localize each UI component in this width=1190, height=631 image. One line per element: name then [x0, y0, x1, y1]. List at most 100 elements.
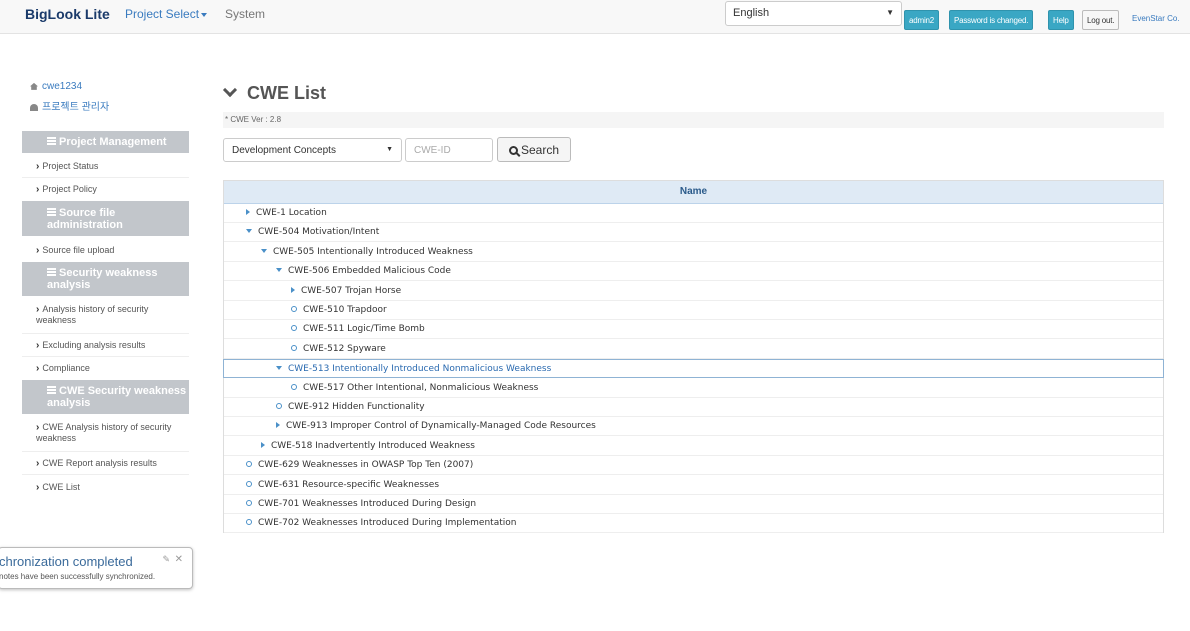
page-title: CWE List: [222, 82, 326, 104]
tree-row[interactable]: CWE-631 Resource-specific Weaknesses: [224, 476, 1163, 495]
sidebar-item-compliance[interactable]: › Compliance: [36, 363, 186, 374]
tree-row[interactable]: CWE-505 Intentionally Introduced Weaknes…: [224, 243, 1163, 262]
sidebar-item-label: CWE Report analysis results: [42, 458, 157, 468]
user-role[interactable]: 프로젝트 관리자: [30, 98, 109, 113]
tree-row[interactable]: CWE-518 Inadvertently Introduced Weaknes…: [224, 437, 1163, 456]
leaf-node-icon: [246, 519, 252, 526]
caret-right-icon[interactable]: [276, 422, 280, 429]
leaf-node-icon: [246, 480, 252, 487]
chevron-right-icon: ›: [36, 161, 40, 172]
tree-row[interactable]: CWE-511 Logic/Time Bomb: [224, 320, 1163, 340]
sidebar-item-project-status[interactable]: › Project Status: [36, 161, 186, 172]
sidebar-section-title: Source file administration: [47, 207, 123, 231]
chevron-down-icon[interactable]: [222, 82, 238, 98]
sidebar-item-label: Compliance: [42, 363, 90, 373]
tree-row[interactable]: CWE-629 Weaknesses in OWASP Top Ten (200…: [224, 456, 1163, 476]
sidebar-section-title: Security weakness analysis: [47, 267, 158, 291]
search-icon: [509, 146, 518, 155]
user-icon: [30, 103, 38, 111]
tree-row-label: CWE-512 Spyware: [303, 343, 386, 354]
system-menu[interactable]: System: [225, 7, 265, 21]
sidebar-item-project-policy[interactable]: › Project Policy: [36, 184, 186, 195]
dropdown-arrow-icon: ▼: [386, 146, 393, 153]
pin-icon[interactable]: ✎: [162, 554, 170, 565]
list-icon: [47, 268, 56, 276]
tree-row-label: CWE-629 Weaknesses in OWASP Top Ten (200…: [258, 460, 474, 471]
sidebar-item-analysis-history[interactable]: › Analysis history of security weakness: [36, 304, 186, 326]
tree-row[interactable]: CWE-913 Improper Control of Dynamically-…: [224, 417, 1163, 437]
close-icon[interactable]: ✕: [175, 554, 183, 565]
tree-row-label: CWE-517 Other Intentional, Nonmalicious …: [303, 382, 539, 393]
tree-row[interactable]: CWE-912 Hidden Functionality: [224, 398, 1163, 417]
sidebar-section-project-management[interactable]: Project Management: [22, 131, 189, 153]
project-select-label: Project Select: [125, 7, 200, 21]
sidebar-item-excluding-results[interactable]: › Excluding analysis results: [36, 340, 186, 351]
tree-row[interactable]: CWE-512 Spyware: [224, 340, 1163, 359]
sidebar-section-security-weakness[interactable]: Security weakness analysis: [22, 262, 189, 296]
sidebar-item-cwe-analysis-history[interactable]: › CWE Analysis history of security weakne…: [36, 422, 186, 444]
notification-message: notes have been successfully synchronize…: [0, 572, 156, 581]
tree-row-label: CWE-506 Embedded Malicious Code: [288, 266, 451, 277]
tree-row[interactable]: CWE-510 Trapdoor: [224, 301, 1163, 320]
caret-down-icon[interactable]: [246, 229, 252, 234]
sidebar-divider: [22, 177, 189, 178]
sidebar-item-label: Project Status: [42, 161, 99, 171]
tree-row[interactable]: CWE-504 Motivation/Intent: [224, 223, 1163, 243]
caret-right-icon[interactable]: [291, 286, 295, 293]
sidebar-item-cwe-list[interactable]: › CWE List: [36, 482, 186, 493]
tree-row-label: CWE-507 Trojan Horse: [301, 285, 402, 296]
leaf-node-icon: [291, 383, 297, 390]
caret-right-icon[interactable]: [261, 441, 265, 448]
dropdown-arrow-icon: ▼: [886, 8, 894, 17]
caret-down-icon[interactable]: [276, 366, 282, 371]
column-header-name[interactable]: Name: [224, 181, 1163, 204]
tree-row-label: CWE-510 Trapdoor: [303, 305, 387, 315]
sidebar-section-source-file[interactable]: Source file administration: [22, 201, 189, 236]
tree-row[interactable]: CWE-701 Weaknesses Introduced During Des…: [224, 495, 1163, 514]
tree-row-label: CWE-912 Hidden Functionality: [288, 402, 425, 412]
concept-select-value: Development Concepts: [232, 145, 336, 156]
project-select-menu[interactable]: Project Select: [125, 7, 208, 21]
tree-row-label: CWE-513 Intentionally Introduced Nonmali…: [288, 364, 552, 375]
brand-logo[interactable]: BigLook Lite: [25, 6, 110, 22]
list-icon: [47, 137, 56, 145]
password-changed-button[interactable]: Password is changed.: [949, 10, 1034, 30]
caret-right-icon[interactable]: [246, 209, 250, 215]
caret-down-icon[interactable]: [261, 248, 267, 253]
sidebar-item-source-upload[interactable]: › Source file upload: [36, 245, 186, 256]
sidebar-item-label: Analysis history of security weakness: [36, 304, 149, 325]
company-link[interactable]: EvenStar Co.: [1132, 14, 1180, 23]
chevron-right-icon: ›: [36, 184, 40, 195]
tree-row[interactable]: CWE-1 Location: [224, 204, 1163, 223]
tree-row[interactable]: CWE-513 Intentionally Introduced Nonmali…: [223, 359, 1164, 379]
concept-select[interactable]: Development Concepts ▼: [223, 138, 402, 162]
chevron-right-icon: ›: [36, 363, 40, 374]
leaf-node-icon: [291, 344, 297, 351]
tree-row-label: CWE-504 Motivation/Intent: [258, 227, 380, 238]
tree-row[interactable]: CWE-702 Weaknesses Introduced During Imp…: [224, 514, 1163, 534]
tree-row-label: CWE-505 Intentionally Introduced Weaknes…: [273, 246, 473, 257]
leaf-node-icon: [291, 306, 297, 312]
chevron-right-icon: ›: [36, 304, 40, 315]
tree-row-label: CWE-701 Weaknesses Introduced During Des…: [258, 499, 477, 509]
tree-row-label: CWE-913 Improper Control of Dynamically-…: [286, 421, 596, 432]
user-id[interactable]: cwe1234: [30, 81, 82, 92]
sidebar-item-cwe-report[interactable]: › CWE Report analysis results: [36, 458, 186, 469]
sync-notification[interactable]: chronization completed notes have been s…: [0, 547, 193, 589]
sidebar-section-title: CWE Security weakness analysis: [47, 385, 187, 409]
page-title-text: CWE List: [247, 83, 326, 103]
help-button[interactable]: Help: [1048, 10, 1074, 30]
admin-button[interactable]: admin2: [904, 10, 940, 30]
tree-row[interactable]: CWE-506 Embedded Malicious Code: [224, 262, 1163, 282]
caret-down-icon[interactable]: [276, 268, 282, 273]
logout-button[interactable]: Log out.: [1082, 10, 1120, 30]
tree-row[interactable]: CWE-507 Trojan Horse: [224, 282, 1163, 301]
tree-row[interactable]: CWE-517 Other Intentional, Nonmalicious …: [224, 379, 1163, 398]
notification-title: chronization completed: [0, 554, 133, 569]
sidebar-item-label: CWE Analysis history of security weaknes…: [36, 422, 172, 443]
search-button[interactable]: Search: [497, 137, 571, 162]
sidebar-section-cwe[interactable]: CWE Security weakness analysis: [22, 380, 189, 414]
language-select[interactable]: English ▼: [725, 1, 902, 26]
cwe-id-input[interactable]: [405, 138, 493, 162]
tree-row-label: CWE-1 Location: [256, 208, 327, 218]
